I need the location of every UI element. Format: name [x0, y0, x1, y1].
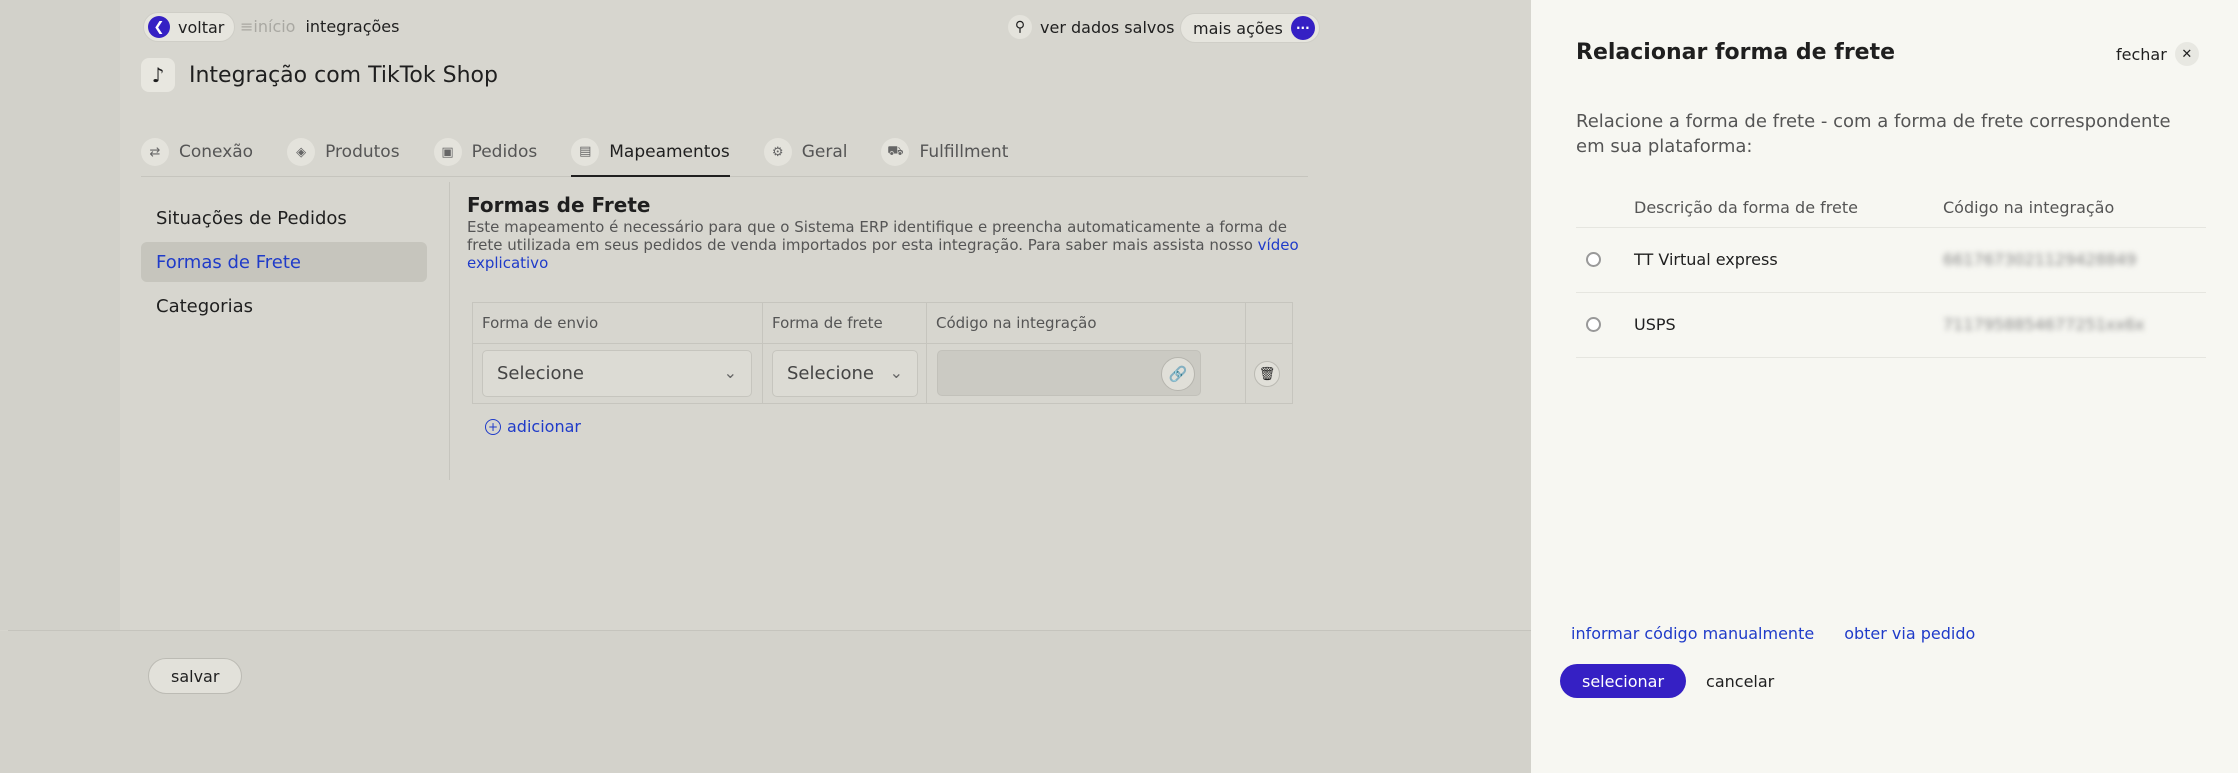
column-header-shipping-method: Forma de envio [482, 314, 599, 332]
tag-icon: ◈ [287, 138, 316, 166]
cancel-button[interactable]: cancelar [1706, 672, 1774, 691]
integration-code-field[interactable]: 🔗 [937, 350, 1201, 396]
saved-data-label: ver dados salvos [1040, 17, 1175, 37]
tab-label: Pedidos [471, 142, 538, 162]
chevron-down-icon: ⌄ [723, 363, 737, 382]
close-icon: ✕ [2174, 42, 2199, 66]
left-edge [0, 0, 120, 630]
shipping-method-select[interactable]: Selecione ⌄ [482, 350, 752, 397]
radio-button[interactable] [1586, 252, 1601, 267]
mapping-sidenav: Situações de Pedidos Formas de Frete Cat… [141, 198, 427, 330]
drawer-title: Relacionar forma de frete [1576, 40, 1896, 65]
truck-icon: ⛟ [881, 138, 910, 166]
tab-fulfillment[interactable]: ⛟ Fulfillment [881, 128, 1008, 176]
link-icon[interactable]: 🔗 [1161, 357, 1195, 391]
close-button[interactable]: fechar ✕ [2116, 42, 2199, 66]
more-actions-button[interactable]: mais ações ··· [1180, 13, 1320, 43]
page-footer [0, 631, 1531, 773]
page-title: Integração com TikTok Shop [189, 62, 498, 88]
options-header: Descrição da forma de frete Código na in… [1576, 188, 2206, 228]
column-header-description: Descrição da forma de frete [1634, 198, 1858, 217]
drawer-actions: selecionar cancelar [1560, 664, 1774, 698]
tab-label: Fulfillment [919, 142, 1009, 162]
header-divider [473, 343, 1292, 344]
mapping-table: Forma de envio Forma de frete Código na … [472, 302, 1293, 404]
breadcrumb: ≡início integrações [240, 17, 399, 36]
tab-bar: ⇄ Conexão ◈ Produtos ▣ Pedidos ▤ Mapeame… [141, 128, 1308, 177]
column-header-integration-code: Código na integração [936, 314, 1097, 332]
option-row-tt-virtual-express[interactable]: TT Virtual express 6617673021129428849 [1576, 228, 2206, 293]
tab-conexao[interactable]: ⇄ Conexão [141, 128, 253, 176]
tab-label: Produtos [325, 142, 400, 162]
chevron-left-icon: ❮ [148, 16, 170, 38]
trash-icon[interactable]: 🗑 [1254, 361, 1280, 387]
arrows-icon: ⇄ [141, 138, 169, 166]
cart-icon: ▣ [433, 138, 462, 166]
section-description-text: Este mapeamento é necessário para que o … [467, 218, 1288, 254]
radio-button[interactable] [1586, 317, 1601, 332]
close-label: fechar [2116, 44, 2167, 64]
column-divider [926, 303, 927, 403]
list-icon: ≡ [240, 17, 254, 36]
tab-label: Conexão [179, 142, 254, 162]
back-label: voltar [178, 17, 225, 37]
sidenav-item-categorias[interactable]: Categorias [141, 286, 427, 326]
drawer-description: Relacione a forma de frete - com a forma… [1576, 111, 2171, 157]
breadcrumb-current[interactable]: integrações [305, 17, 399, 36]
tiktok-icon: ♪ [141, 58, 175, 92]
column-header-code: Código na integração [1943, 198, 2115, 217]
tab-pedidos[interactable]: ▣ Pedidos [433, 128, 538, 176]
shipping-method-value: Selecione [497, 363, 584, 384]
column-divider [1245, 303, 1246, 403]
tab-produtos[interactable]: ◈ Produtos [287, 128, 400, 176]
more-actions-label: mais ações [1193, 18, 1283, 38]
background-page: ❮ voltar ≡início integrações ⚲ ver dados… [0, 0, 1531, 773]
freight-options-table: Descrição da forma de frete Código na in… [1576, 188, 2206, 358]
sidenav-item-formas-de-frete[interactable]: Formas de Frete [141, 242, 427, 282]
ellipsis-icon: ··· [1290, 16, 1315, 40]
option-description: USPS [1634, 315, 1676, 334]
save-button[interactable]: salvar [148, 658, 243, 694]
drawer-links: informar código manualmente obter via pe… [1571, 624, 1975, 643]
tab-label: Geral [801, 142, 848, 162]
chevron-down-icon: ⌄ [889, 363, 903, 382]
breadcrumb-home[interactable]: ≡início [240, 17, 295, 36]
page-header: ♪ Integração com TikTok Shop [141, 58, 498, 92]
option-code: 6617673021129428849 [1943, 250, 2137, 269]
tab-mapeamentos[interactable]: ▤ Mapeamentos [571, 128, 730, 177]
freight-method-value: Selecione [787, 363, 874, 384]
freight-relation-drawer: Relacionar forma de frete fechar ✕ Relac… [1531, 0, 2238, 773]
from-order-link[interactable]: obter via pedido [1844, 624, 1975, 643]
add-label: adicionar [507, 417, 581, 436]
back-button[interactable]: ❮ voltar [143, 12, 236, 42]
search-icon: ⚲ [1008, 15, 1032, 39]
freight-method-select[interactable]: Selecione ⌄ [772, 350, 918, 397]
hierarchy-icon: ▤ [571, 137, 600, 166]
select-button[interactable]: selecionar [1560, 664, 1687, 698]
column-divider [762, 303, 763, 403]
option-row-usps[interactable]: USPS 7117958854677251xx6x [1576, 293, 2206, 358]
plus-circle-icon: + [485, 418, 501, 435]
option-code: 7117958854677251xx6x [1943, 315, 2145, 334]
sidenav-item-situacoes[interactable]: Situações de Pedidos [141, 198, 427, 238]
section-description: Este mapeamento é necessário para que o … [467, 218, 1307, 272]
tab-label: Mapeamentos [609, 141, 730, 162]
option-description: TT Virtual express [1634, 250, 1778, 269]
section-title: Formas de Frete [467, 193, 651, 217]
gear-icon: ⚙ [763, 138, 792, 166]
column-header-freight-method: Forma de frete [772, 314, 883, 332]
add-mapping-link[interactable]: + adicionar [485, 417, 581, 436]
content-divider [449, 182, 450, 480]
tab-geral[interactable]: ⚙ Geral [763, 128, 848, 176]
saved-data-button[interactable]: ⚲ ver dados salvos [1008, 15, 1174, 39]
manual-code-link[interactable]: informar código manualmente [1571, 624, 1814, 643]
